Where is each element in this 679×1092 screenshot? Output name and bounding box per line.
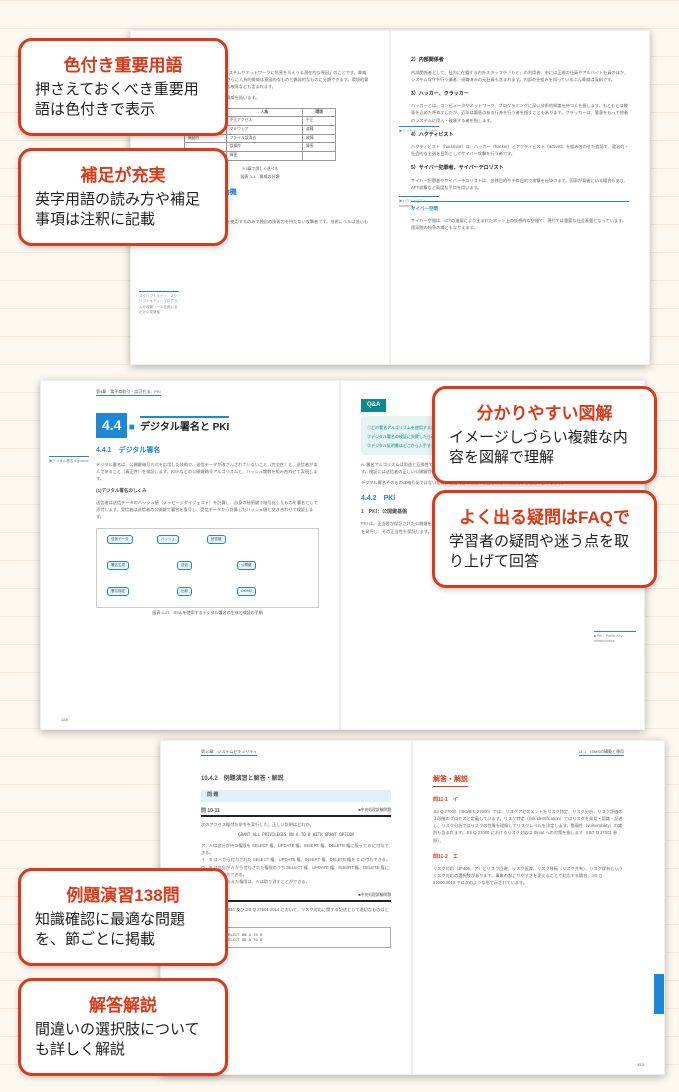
diagram-caption: 図表 4-21 RSA を使用するデジタル署名の生成と検証の手順 <box>96 610 319 616</box>
answer-body: リスク対応（JP405、ア）とリスク回避、リスク低減、リスク移転（リスク共有）、… <box>433 865 624 886</box>
body-text: サイバー空間は、ICTの進展により生まれたネット上の仮想的な空間で、現代では重要… <box>411 217 629 231</box>
callout-desc: 学習者の疑問や迷う点を取り上げて回答 <box>449 532 640 573</box>
callout-title: 色付き重要用語 <box>35 51 211 76</box>
body-text: 内部関係者として、社内に在籍する内外スタッフや「もと」の利用者、中には正規の社員… <box>411 69 629 83</box>
callout-desc: イメージしづらい複雑な内容を図解で理解 <box>449 428 640 469</box>
body-text: ハクティビスト（hacktivist）は、ハッカー（hacker）とアクティビス… <box>411 143 629 157</box>
answer-number: 問11-2 エ <box>433 854 624 862</box>
callout-desc: 知識確認に最適な問題を、節ごとに掲載 <box>35 910 211 951</box>
running-header: 第10章 システムセキュリティ <box>201 749 257 756</box>
body-text: ハッカーとは、コンピュータやネットワーク、プログラミングに深い技術的知識を持つ人… <box>411 102 629 123</box>
callout-title: 解答解説 <box>35 991 211 1016</box>
callout-title: よく出る疑問はFAQで <box>449 503 640 528</box>
callout-title: 例題演習138問 <box>35 881 211 906</box>
margin-note: スクリプトキディ スクリプトキディ：プログラムや攻撃ツールを用いるだけの攻撃者 <box>139 291 179 315</box>
problem-source: ■中央処理試験問題 <box>358 808 391 816</box>
item-title: 3）ハッカー、クラッカー <box>411 91 629 99</box>
margin-note: ▶ハッカー／クラッカー <box>399 126 439 134</box>
running-header: 11.1 ISMSの構築と運用 <box>579 749 624 756</box>
subsection-title: 4.4.1 デジタル署名 <box>96 446 319 457</box>
margin-note: ▶デジタル署名 signature <box>49 456 89 464</box>
problem-label: 問 題 <box>201 790 391 802</box>
callout-faq: よく出る疑問はFAQで 学習者の疑問や迷う点を取り上げて回答 <box>432 490 657 588</box>
callout-annotations: 補足が充実 英字用語の読み方や補足事項は注釈に記載 <box>18 148 228 246</box>
code-block: ア GRANT SELECT ON A TO B イ GRANT SELECT … <box>201 927 391 948</box>
running-header: 第4章 電子商取引・認可方法、PKI <box>96 389 161 396</box>
subsection-title: 10.4.2 例題演習と解答・解説 <box>201 775 391 784</box>
item-title: 4）ハクティビスト <box>411 132 629 140</box>
item-title: 5）サイバー犯罪者、サイバーテロリスト <box>411 165 629 173</box>
section-number: 4.4 <box>96 413 127 438</box>
problem-body: JIS Q 27000:2014 及び JIS Q 27001:2014 におい… <box>201 906 391 920</box>
problem-options: ア A は自分が持つ権限を SELECT 権、UPDATE 権、INSERT 権… <box>201 842 391 885</box>
book-spread-3: 第10章 システムセキュリティ 10.4.2 例題演習と解答・解説 問 題 問 … <box>160 740 665 1075</box>
callout-desc: 押さえておくべき重要用語は色付きで表示 <box>35 80 211 121</box>
margin-note: ▶ハクティビスト hacktivist <box>399 196 439 210</box>
callout-desc: 英字用語の読み方や補足事項は注釈に記載 <box>35 190 211 231</box>
answer-label: 解答・解説 <box>433 775 468 787</box>
callout-title: 分かりやすい図解 <box>449 399 640 424</box>
answer-body: JIS Q 27000（ISO/IEC 27000）では、リスクアセスメントをリ… <box>433 808 624 844</box>
page-3-right: 11.1 ISMSの構築と運用 解答・解説 問11-1 イ JIS Q 2700… <box>412 740 665 1075</box>
signature-diagram: 送信データ ハッシュ 秘密鍵 署名生成 送信 公開鍵 署名検証 比較 OK/NG <box>96 528 319 608</box>
page-2-left: 第4章 電子商取引・認可方法、PKI 4.4 ■ デジタル署名と PKI 4.4… <box>40 380 340 730</box>
thumb-tab <box>654 974 664 1014</box>
callout-diagrams: 分かりやすい図解 イメージしづらい複雑な内容を図解で理解 <box>432 386 657 484</box>
callout-desc: 間違いの選択肢についても詳しく解説 <box>35 1020 211 1061</box>
callout-title: 補足が充実 <box>35 161 211 186</box>
qa-badge: Q&A <box>361 399 386 412</box>
body-text: デジタル署名は、公開鍵暗号方式を応用した技術で、送信データが改ざんされていないこ… <box>96 461 319 482</box>
page-number: 413 <box>637 1062 644 1068</box>
page-number: 124 <box>61 717 68 723</box>
answer-number: 問11-1 イ <box>433 797 624 805</box>
problem-body: 次のアクセス権付与命令を実行した。正しい説明はどれか。 <box>201 821 391 828</box>
problem-source: ■中央処理試験問題 <box>358 893 391 901</box>
sql-code: GRANT ALL PRIVILEGES ON A TO B WITH GRAN… <box>201 832 391 838</box>
item-title: 2）内部関係者 <box>411 57 629 65</box>
callout-highlighted-terms: 色付き重要用語 押さえておくべき重要用語は色付きで表示 <box>18 38 228 136</box>
page-1-right: 2）内部関係者 内部関係者として、社内に在籍する内外スタッフや「もと」の利用者、… <box>390 30 650 365</box>
section-title: デジタル署名と PKI <box>140 416 229 435</box>
body-text: 送信者は送信データのハッシュ値（メッセージダイジェスト）を計算し、自身の秘密鍵で… <box>96 499 319 520</box>
callout-explanations: 解答解説 間違いの選択肢についても詳しく解説 <box>18 978 228 1076</box>
problem-number: 問 10-11 <box>201 808 220 816</box>
margin-note: ▶PKI：Public Key Infrastructure <box>594 631 636 645</box>
body-text: サイバー犯罪者やサイバーテロリストは、金銭目的やテロ目的で攻撃を仕掛けます。国家… <box>411 177 629 191</box>
callout-exercises: 例題演習138問 知識確認に最適な問題を、節ごとに掲載 <box>18 868 228 966</box>
item-title: (1)デジタル署名のしくみ <box>96 488 319 495</box>
